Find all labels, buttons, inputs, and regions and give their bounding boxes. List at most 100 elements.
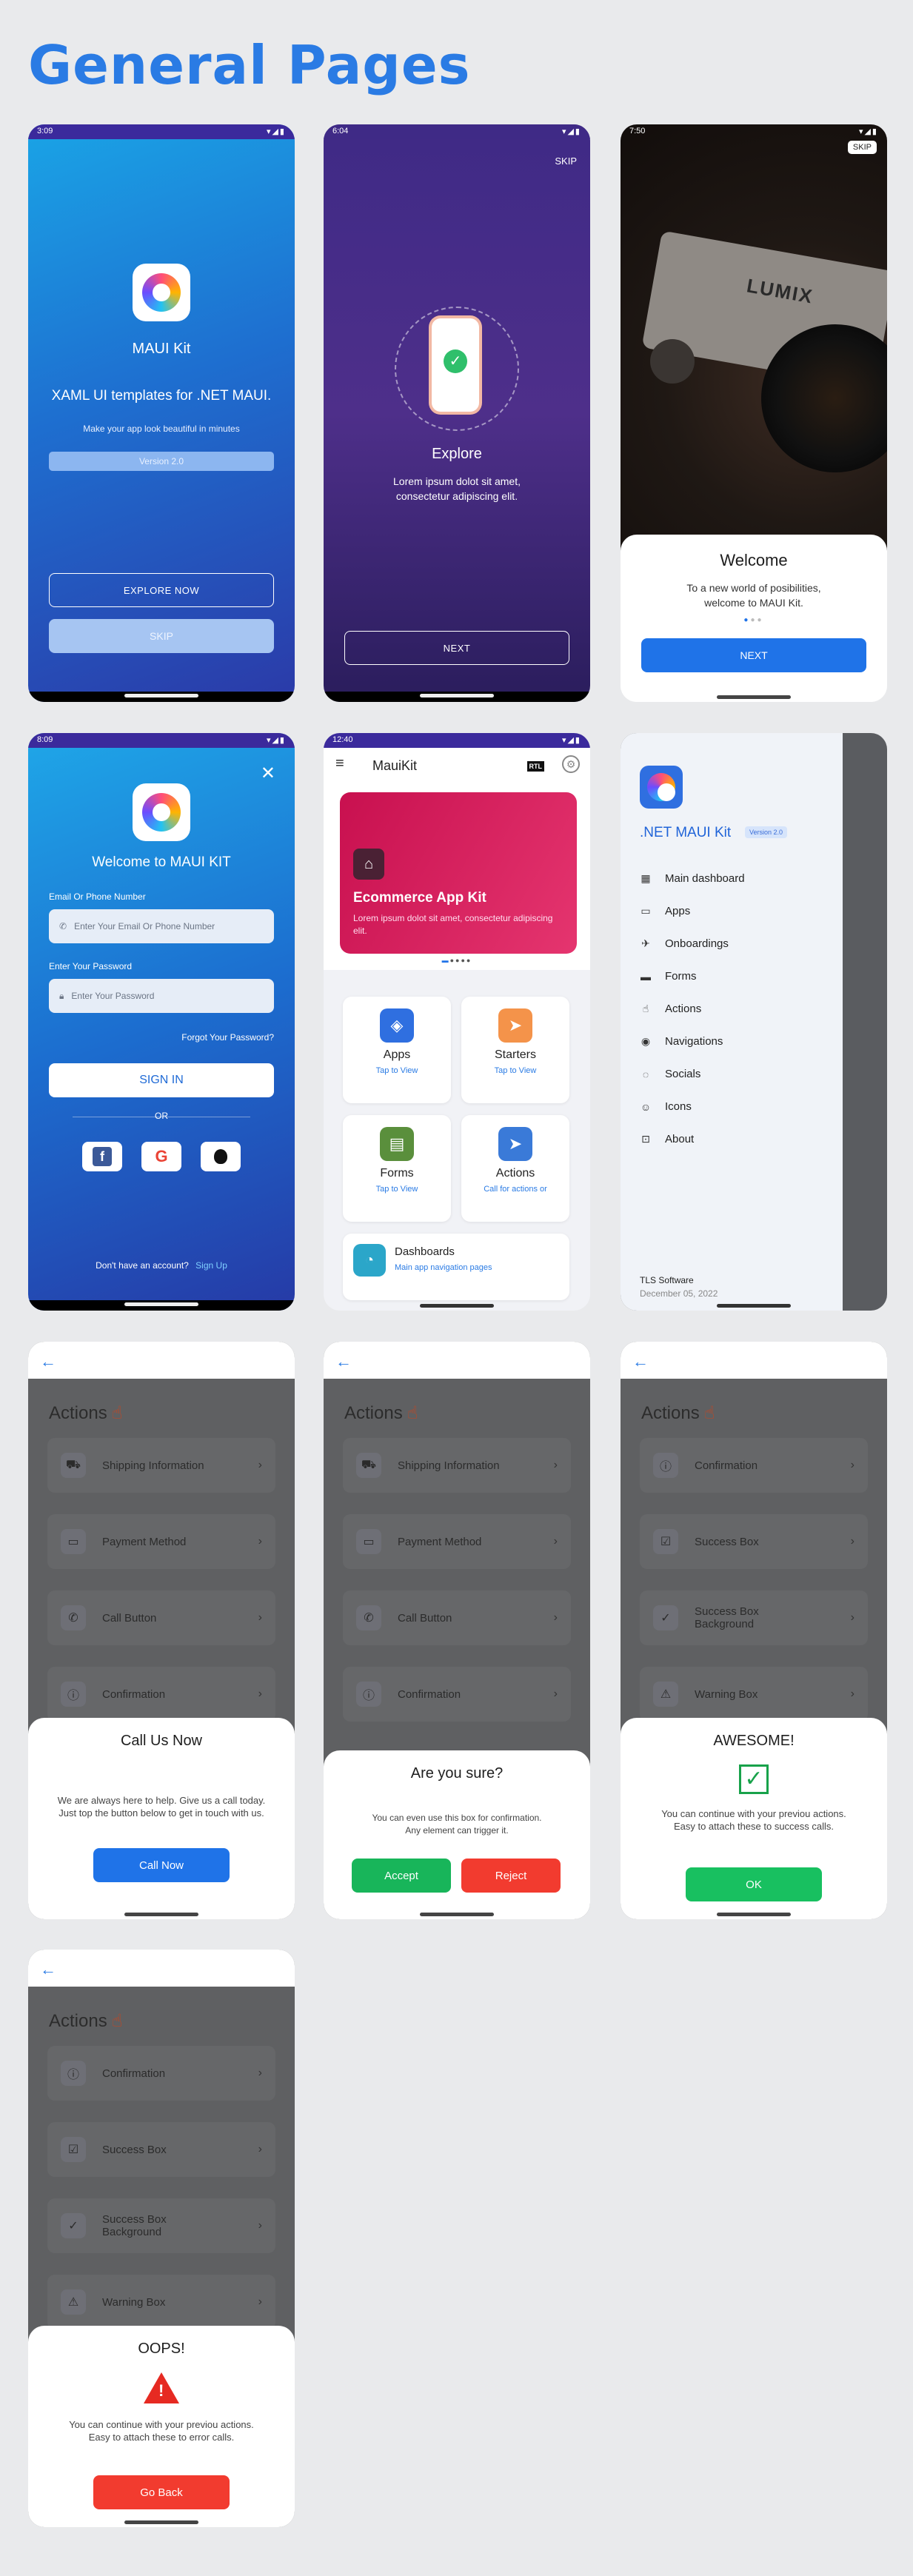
error-screen: ← Actions ☝ ⓘ Confirmation › ☑ Success Box › ✓ S… [28,1950,295,2527]
card-dashboards[interactable]: ◔ Dashboards Main app navigation pages [343,1234,569,1300]
warning-icon: ⚠ [653,1682,678,1707]
accept-button[interactable]: Accept [352,1859,451,1893]
page-dots: ●●● [743,616,764,624]
home-indicator[interactable] [420,1304,494,1308]
page-title: General Pages [28,34,471,96]
check-circle-icon: ✓ [653,1605,678,1630]
email-field[interactable]: ✆ Enter Your Email Or Phone Number [49,909,274,943]
back-arrow-icon[interactable]: ← [40,1960,56,1979]
actions-icon: ➤ [498,1127,532,1161]
modal-title: Are you sure? [410,1765,504,1782]
action-row-label: Call Button [102,1611,157,1625]
action-row[interactable]: ▭ Payment Method › [343,1514,571,1569]
chat-icon: ◌ [642,1068,649,1080]
info-icon: ⊡ [641,1133,650,1145]
forms-icon: ▤ [380,1127,414,1161]
drawer-item-label: Forms [665,970,697,983]
action-row[interactable]: ⓘ Confirmation › [640,1438,868,1493]
chevron-right-icon: › [553,1687,558,1700]
drawer-item-main-dashboard[interactable]: ▦ Main dashboard [640,872,744,885]
call-now-button[interactable]: Call Now [93,1848,230,1882]
drawer-item-onboardings[interactable]: ✈ Onboardings [640,937,729,950]
email-label: Email Or Phone Number [49,891,146,902]
action-row[interactable]: ⓘ Confirmation › [47,1667,275,1722]
password-label: Enter Your Password [49,961,133,971]
back-arrow-icon[interactable]: ← [632,1352,649,1371]
sign-in-button[interactable]: SIGN IN [49,1063,274,1097]
home-indicator[interactable] [717,1913,791,1916]
check-circle-icon: ✓ [61,2213,86,2238]
close-icon[interactable]: ✕ [261,763,275,784]
next-button[interactable]: NEXT [641,638,866,672]
home-indicator[interactable] [124,694,198,697]
action-row-label: Warning Box [695,1687,758,1701]
drawer-item-label: Actions [665,1003,702,1015]
action-row[interactable]: ✆ Call Button › [343,1590,571,1645]
chevron-right-icon: › [553,1535,558,1548]
card-apps[interactable]: ◈ Apps Tap to View [343,997,451,1103]
action-row[interactable]: ⓘ Confirmation › [343,1667,571,1722]
modal-body: You can even use this box for confirmati… [372,1813,542,1836]
hand-icon: ☝ [407,1403,418,1423]
dashboard-icon: ▦ [641,872,651,884]
drawer-item-about[interactable]: ⊡ About [640,1133,694,1145]
drawer-item-apps[interactable]: ▭ Apps [640,905,690,917]
action-row[interactable]: ⛟ Shipping Information › [343,1438,571,1493]
skip-link[interactable]: SKIP [555,155,577,167]
home-indicator[interactable] [717,695,791,699]
action-row-label: Success Box [695,1535,759,1548]
action-row[interactable]: ✓ Success Box Background › [640,1590,868,1645]
facebook-icon[interactable]: f [82,1142,122,1171]
card-starters[interactable]: ➤ Starters Tap to View [461,997,569,1103]
home-indicator[interactable] [124,1913,198,1916]
action-row[interactable]: ☑ Success Box › [640,1514,868,1569]
promo-banner[interactable]: ⌂ Ecommerce App Kit Lorem ipsum dolot si… [340,792,577,954]
drawer-item-actions[interactable]: ☝ Actions [640,1003,701,1015]
forgot-password-link[interactable]: Forgot Your Password? [181,1032,274,1043]
home-indicator[interactable] [124,2520,198,2524]
status-time: 6:04 [332,127,349,136]
status-bar: 7:50 ▾◢▮ [621,124,887,139]
next-button[interactable]: NEXT [344,631,569,665]
home-indicator[interactable] [420,1913,494,1916]
drawer-item-socials[interactable]: ◌ Socials [640,1068,701,1080]
drawer-item-navigations[interactable]: ◉ Navigations [640,1035,723,1048]
chevron-right-icon: › [850,1611,855,1624]
gear-icon[interactable]: ⚙ [562,755,580,773]
home-indicator[interactable] [717,1304,791,1308]
action-row[interactable]: ⚠ Warning Box › [640,1667,868,1722]
menu-icon[interactable]: ≡ [335,755,344,772]
action-row[interactable]: ✓ Success Box Background › [47,2198,275,2253]
action-row[interactable]: ⚠ Warning Box › [47,2275,275,2329]
password-field[interactable]: 🔒︎ Enter Your Password [49,979,274,1013]
card-forms[interactable]: ▤ Forms Tap to View [343,1115,451,1222]
apple-icon[interactable] [201,1142,241,1171]
go-back-button[interactable]: Go Back [93,2475,230,2509]
drawer-item-icons[interactable]: ☺ Icons [640,1100,692,1113]
action-row[interactable]: ⛟ Shipping Information › [47,1438,275,1493]
call-us-screen: ← Actions ☝ ⛟ Shipping Information › ▭ Paymen… [28,1342,295,1919]
password-placeholder: Enter Your Password [71,991,155,1001]
sign-up-link[interactable]: Sign Up [195,1260,227,1271]
ok-button[interactable]: OK [686,1867,822,1901]
success-modal: AWESOME! ✓ You can continue with your pr… [621,1718,887,1919]
reject-button[interactable]: Reject [461,1859,561,1893]
card-actions[interactable]: ➤ Actions Call for actions or [461,1115,569,1222]
top-bar: ← [28,1950,295,1987]
drawer-item-forms[interactable]: ▬ Forms [640,970,697,983]
carousel-dots[interactable]: ▬●●●● [324,957,590,964]
action-row[interactable]: ▭ Payment Method › [47,1514,275,1569]
skip-button[interactable]: SKIP [847,141,877,154]
explore-now-button[interactable]: EXPLORE NOW [49,573,274,607]
rtl-toggle[interactable]: RTL [526,761,544,772]
action-row[interactable]: ☑ Success Box › [47,2122,275,2177]
skip-button[interactable]: SKIP [49,619,274,653]
action-row[interactable]: ✆ Call Button › [47,1590,275,1645]
back-arrow-icon[interactable]: ← [335,1352,352,1371]
action-row[interactable]: ⓘ Confirmation › [47,2046,275,2101]
home-indicator[interactable] [124,1302,198,1306]
card-subtitle: Tap to View [375,1185,418,1194]
google-icon[interactable]: G [141,1142,181,1171]
back-arrow-icon[interactable]: ← [40,1352,56,1371]
home-indicator[interactable] [420,694,494,697]
